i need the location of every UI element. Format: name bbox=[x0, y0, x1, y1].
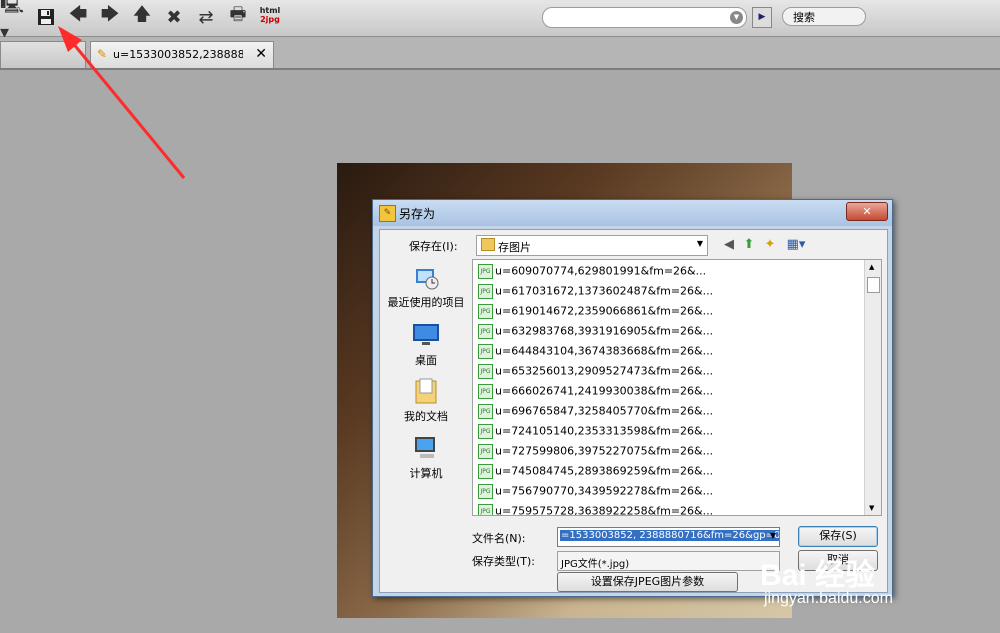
file-name-value: =1533003852, 2388880716&fm=26&gp=0. jpg bbox=[560, 530, 779, 541]
file-type-select[interactable]: JPG文件(*.jpg) bbox=[557, 551, 780, 571]
save-as-dialog: ✎ 另存为 ✕ 保存在(I): 存图片 ▼ ◀ ⬆ ✦ ▦▾ 最近使用的项目 桌… bbox=[372, 199, 893, 597]
view-menu-icon[interactable]: ▦▾ bbox=[784, 237, 808, 253]
file-list-item[interactable]: JPG u=653256013,2909527473&fm=26&... bbox=[478, 364, 713, 381]
file-name: u=745084745,2893869259&fm=26&... bbox=[495, 464, 714, 478]
file-name: u=666026741,2419930038&fm=26&... bbox=[495, 384, 714, 398]
file-list-item[interactable]: JPG u=756790770,3439592278&fm=26&... bbox=[478, 484, 713, 501]
place-label: 计算机 bbox=[409, 467, 443, 480]
file-list-item[interactable]: JPG u=644843104,3674383668&fm=26&... bbox=[478, 344, 713, 361]
file-name: u=619014672,2359066861&fm=26&... bbox=[495, 304, 714, 318]
jpg-file-icon: JPG bbox=[478, 464, 493, 479]
place-recent[interactable]: 最近使用的项目 bbox=[384, 263, 468, 310]
file-name: u=617031672,1373602487&fm=26&... bbox=[495, 284, 714, 298]
address-input[interactable]: ▼ bbox=[542, 7, 747, 28]
file-list-item[interactable]: JPG u=696765847,3258405770&fm=26&... bbox=[478, 404, 713, 421]
file-list-item[interactable]: JPG u=745084745,2893869259&fm=26&... bbox=[478, 464, 713, 481]
file-list-item[interactable]: JPG u=759575728,3638922258&fm=26&... bbox=[478, 504, 714, 516]
folder-icon bbox=[481, 238, 495, 251]
file-name: u=644843104,3674383668&fm=26&... bbox=[495, 344, 714, 358]
file-type-label: 保存类型(T): bbox=[472, 555, 536, 568]
file-name: u=609070774,629801991&fm=26&... bbox=[495, 264, 707, 278]
dialog-close-button[interactable]: ✕ bbox=[846, 202, 888, 221]
file-list[interactable]: JPG u=609070774,629801991&fm=26&... JPG u=6… bbox=[472, 259, 882, 516]
jpg-file-icon: JPG bbox=[478, 424, 493, 439]
save-in-combo[interactable]: 存图片 ▼ bbox=[476, 235, 708, 256]
baidu-watermark: Bai 经验 jingyan.baidu.com bbox=[760, 548, 995, 630]
place-label: 最近使用的项目 bbox=[387, 296, 465, 309]
chevron-down-icon[interactable]: ▼ bbox=[770, 531, 776, 540]
jpg-file-icon: JPG bbox=[478, 304, 493, 319]
jpg-file-icon: JPG bbox=[478, 384, 493, 399]
file-list-scrollbar[interactable]: ▲ ▼ bbox=[864, 260, 881, 515]
file-name: u=632983768,3931916905&fm=26&... bbox=[495, 324, 714, 338]
file-name: u=724105140,2353313598&fm=26&... bbox=[495, 424, 714, 438]
watermark-brand: Bai 经验 bbox=[760, 559, 876, 592]
file-name: u=756790770,3439592278&fm=26&... bbox=[495, 484, 714, 498]
new-folder-icon[interactable]: ✦ bbox=[762, 237, 778, 253]
dialog-app-icon: ✎ bbox=[379, 205, 396, 222]
annotation-arrow bbox=[58, 26, 186, 179]
search-button[interactable]: 搜索 bbox=[782, 7, 866, 26]
dialog-titlebar[interactable]: ✎ 另存为 ✕ bbox=[373, 200, 892, 226]
file-name: u=727599806,3975227075&fm=26&... bbox=[495, 444, 714, 458]
save-in-label: 保存在(I): bbox=[409, 240, 458, 253]
up-folder-icon[interactable]: ⬆ bbox=[741, 237, 757, 253]
place-desktop[interactable]: 桌面 bbox=[384, 321, 468, 368]
place-documents[interactable]: 我的文档 bbox=[384, 377, 468, 424]
dialog-title: 另存为 bbox=[399, 207, 436, 221]
print-icon[interactable]: 🖶 bbox=[227, 4, 249, 28]
file-name-field[interactable]: =1533003852, 2388880716&fm=26&gp=0. jpg … bbox=[557, 527, 780, 547]
watermark-url: jingyan.baidu.com bbox=[764, 590, 893, 607]
file-list-item[interactable]: JPG u=632983768,3931916905&fm=26&... bbox=[478, 324, 713, 341]
file-name-label: 文件名(N): bbox=[472, 532, 526, 545]
jpg-file-icon: JPG bbox=[478, 264, 493, 279]
html2jpg-bottom: 2jpg bbox=[260, 15, 280, 24]
places-bar: 最近使用的项目 桌面 我的文档 计算机 bbox=[384, 259, 468, 589]
jpg-file-icon: JPG bbox=[478, 444, 493, 459]
file-list-item[interactable]: JPG u=619014672,2359066861&fm=26&... bbox=[478, 304, 713, 321]
save-in-value: 存图片 bbox=[498, 241, 531, 254]
jpg-file-icon: JPG bbox=[478, 284, 493, 299]
html2jpg-icon[interactable]: html 2jpg bbox=[258, 6, 282, 28]
file-list-item[interactable]: JPG u=666026741,2419930038&fm=26&... bbox=[478, 384, 713, 401]
jpeg-params-button[interactable]: 设置保存JPEG图片参数 bbox=[557, 572, 738, 592]
file-list-item[interactable]: JPG u=724105140,2353313598&fm=26&... bbox=[478, 424, 713, 441]
tab-close-icon[interactable]: ✕ bbox=[255, 46, 267, 62]
save-button[interactable]: 保存(S) bbox=[798, 526, 878, 547]
scroll-down-icon[interactable]: ▼ bbox=[869, 504, 874, 512]
jpg-file-icon: JPG bbox=[478, 404, 493, 419]
chevron-down-icon: ▼ bbox=[696, 239, 703, 248]
dialog-body: 保存在(I): 存图片 ▼ ◀ ⬆ ✦ ▦▾ 最近使用的项目 桌面 我的文档 计… bbox=[379, 229, 888, 593]
file-name: u=759575728,3638922258&fm=26&... bbox=[495, 504, 714, 516]
scrollbar-thumb[interactable] bbox=[867, 277, 880, 293]
address-dropdown-icon[interactable]: ▼ bbox=[730, 11, 743, 24]
desktop-icon bbox=[412, 321, 440, 349]
go-button[interactable]: ▶ bbox=[752, 7, 772, 28]
place-label: 桌面 bbox=[415, 354, 437, 367]
documents-folder-icon bbox=[412, 377, 440, 405]
back-nav-icon[interactable]: ◀ bbox=[721, 237, 737, 253]
computer-icon bbox=[412, 434, 440, 462]
file-name: u=696765847,3258405770&fm=26&... bbox=[495, 404, 714, 418]
place-computer[interactable]: 计算机 bbox=[384, 434, 468, 481]
file-list-item[interactable]: JPG u=727599806,3975227075&fm=26&... bbox=[478, 444, 713, 461]
jpg-file-icon: JPG bbox=[478, 344, 493, 359]
jpg-file-icon: JPG bbox=[478, 504, 493, 515]
file-list-item[interactable]: JPG u=617031672,1373602487&fm=26&... bbox=[478, 284, 713, 301]
recent-items-icon bbox=[412, 263, 440, 291]
scroll-up-icon[interactable]: ▲ bbox=[869, 263, 874, 271]
place-label: 我的文档 bbox=[404, 410, 448, 423]
file-list-item[interactable]: JPG u=609070774,629801991&fm=26&... bbox=[478, 264, 706, 281]
file-type-value: JPG文件(*.jpg) bbox=[561, 559, 630, 570]
jpg-file-icon: JPG bbox=[478, 324, 493, 339]
file-name: u=653256013,2909527473&fm=26&... bbox=[495, 364, 714, 378]
jpg-file-icon: JPG bbox=[478, 484, 493, 499]
html2jpg-top: html bbox=[259, 6, 281, 15]
jpg-file-icon: JPG bbox=[478, 364, 493, 379]
